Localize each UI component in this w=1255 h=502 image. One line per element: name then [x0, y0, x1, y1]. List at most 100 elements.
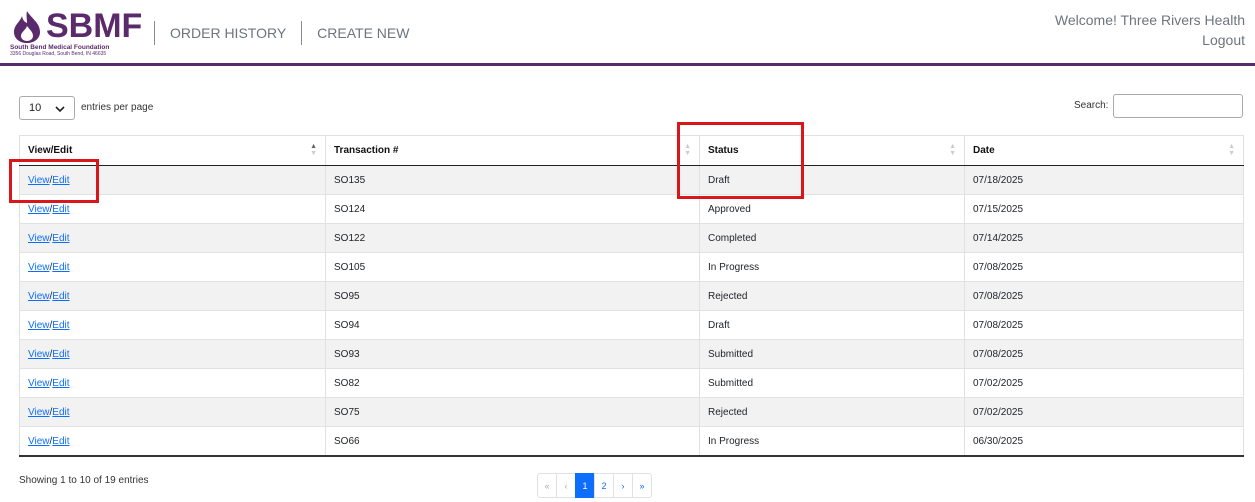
view-link[interactable]: View [28, 320, 50, 331]
table-row: View/Edit SO135 Draft 07/18/2025 [19, 165, 1244, 195]
table-row: View/Edit SO75 Rejected 07/02/2025 [19, 397, 1244, 427]
cell-date: 07/08/2025 [964, 339, 1244, 369]
table-body: View/Edit SO135 Draft 07/18/2025 View/Edit SO… [19, 165, 1244, 457]
page-button-2[interactable]: 2 [594, 473, 614, 498]
cell-view-edit: View/Edit [19, 281, 326, 311]
column-header-view-edit[interactable]: View/Edit ▲ ▼ [19, 135, 326, 166]
page-button-1[interactable]: 1 [575, 473, 595, 498]
sort-asc-icon: ▲ ▼ [310, 143, 317, 157]
view-link[interactable]: View [28, 291, 50, 302]
cell-view-edit: View/Edit [19, 339, 326, 369]
brand-org: South Bend Medical Foundation [10, 44, 110, 51]
cell-status: Draft [699, 165, 965, 195]
page-length-select[interactable]: 10 [19, 96, 75, 120]
nav-create-new[interactable]: CREATE NEW [302, 25, 424, 41]
main-nav: ORDER HISTORY CREATE NEW [154, 20, 424, 46]
edit-link[interactable]: Edit [52, 407, 69, 418]
cell-status: In Progress [699, 252, 965, 282]
prev-page-button[interactable]: ‹ [556, 473, 576, 498]
cell-transaction: SO95 [325, 281, 700, 311]
search-input[interactable] [1113, 94, 1243, 118]
table-row: View/Edit SO95 Rejected 07/08/2025 [19, 281, 1244, 311]
column-label: Transaction # [334, 145, 399, 156]
cell-date: 07/08/2025 [964, 281, 1244, 311]
logout-link[interactable]: Logout [1055, 30, 1245, 50]
table-row: View/Edit SO122 Completed 07/14/2025 [19, 223, 1244, 253]
view-link[interactable]: View [28, 233, 50, 244]
cell-transaction: SO135 [325, 165, 700, 195]
cell-transaction: SO105 [325, 252, 700, 282]
edit-link[interactable]: Edit [52, 204, 69, 215]
cell-view-edit: View/Edit [19, 368, 326, 398]
table-row: View/Edit SO94 Draft 07/08/2025 [19, 310, 1244, 340]
table-row: View/Edit SO124 Approved 07/15/2025 [19, 194, 1244, 224]
cell-view-edit: View/Edit [19, 252, 326, 282]
brand-name: SBMF [46, 7, 143, 45]
column-header-transaction[interactable]: Transaction # ▲ ▼ [325, 135, 700, 166]
cell-view-edit: View/Edit [19, 223, 326, 253]
chevron-down-icon [55, 98, 65, 123]
edit-link[interactable]: Edit [52, 320, 69, 331]
cell-view-edit: View/Edit [19, 310, 326, 340]
cell-view-edit: View/Edit [19, 397, 326, 427]
view-link[interactable]: View [28, 204, 50, 215]
sort-icon: ▲ ▼ [1228, 143, 1235, 157]
flame-logo-icon [14, 11, 40, 43]
welcome-text: Welcome! Three Rivers Health [1054, 12, 1245, 28]
sort-icon: ▲ ▼ [949, 143, 956, 157]
cell-view-edit: View/Edit [19, 165, 326, 195]
cell-transaction: SO66 [325, 426, 700, 457]
edit-link[interactable]: Edit [52, 291, 69, 302]
sbmf-logo[interactable]: SBMF South Bend Medical Foundation 3356 … [8, 4, 168, 60]
view-link[interactable]: View [28, 407, 50, 418]
edit-link[interactable]: Edit [52, 378, 69, 389]
view-link[interactable]: View [28, 378, 50, 389]
table-header-row: View/Edit ▲ ▼ Transaction # ▲ ▼ Status ▲ ▼ … [19, 135, 1244, 166]
cell-transaction: SO122 [325, 223, 700, 253]
cell-date: 07/08/2025 [964, 310, 1244, 340]
cell-transaction: SO124 [325, 194, 700, 224]
edit-link[interactable]: Edit [52, 233, 69, 244]
view-link[interactable]: View [28, 349, 50, 360]
cell-transaction: SO93 [325, 339, 700, 369]
page-length-value: 10 [29, 102, 42, 114]
cell-date: 07/08/2025 [964, 252, 1244, 282]
cell-date: 07/18/2025 [964, 165, 1244, 195]
cell-date: 07/14/2025 [964, 223, 1244, 253]
column-header-status[interactable]: Status ▲ ▼ [699, 135, 965, 166]
view-link[interactable]: View [28, 436, 50, 447]
view-link[interactable]: View [28, 175, 50, 186]
cell-date: 07/15/2025 [964, 194, 1244, 224]
view-link[interactable]: View [28, 262, 50, 273]
cell-status: Submitted [699, 368, 965, 398]
cell-date: 07/02/2025 [964, 397, 1244, 427]
next-page-button[interactable]: › [613, 473, 633, 498]
cell-status: In Progress [699, 426, 965, 457]
column-label: Date [973, 145, 995, 156]
entries-label: entries per page [81, 102, 154, 113]
edit-link[interactable]: Edit [52, 175, 69, 186]
table-info: Showing 1 to 10 of 19 entries [19, 475, 149, 486]
orders-table: View/Edit ▲ ▼ Transaction # ▲ ▼ Status ▲ ▼ … [19, 135, 1244, 457]
cell-status: Rejected [699, 281, 965, 311]
nav-order-history[interactable]: ORDER HISTORY [155, 25, 301, 41]
sort-icon: ▲ ▼ [684, 143, 691, 157]
cell-view-edit: View/Edit [19, 194, 326, 224]
cell-transaction: SO94 [325, 310, 700, 340]
column-header-date[interactable]: Date ▲ ▼ [964, 135, 1244, 166]
cell-view-edit: View/Edit [19, 426, 326, 457]
search-label: Search: [1074, 100, 1109, 111]
cell-status: Completed [699, 223, 965, 253]
edit-link[interactable]: Edit [52, 436, 69, 447]
pagination: « ‹ 1 2 › » [537, 473, 652, 498]
column-label: View/Edit [28, 145, 73, 156]
column-label: Status [708, 145, 739, 156]
first-page-button[interactable]: « [537, 473, 557, 498]
last-page-button[interactable]: » [632, 473, 652, 498]
cell-date: 06/30/2025 [964, 426, 1244, 457]
edit-link[interactable]: Edit [52, 349, 69, 360]
edit-link[interactable]: Edit [52, 262, 69, 273]
table-row: View/Edit SO66 In Progress 06/30/2025 [19, 426, 1244, 457]
brand-address: 3356 Douglas Road, South Bend, IN 46635 [10, 51, 107, 57]
app-header: SBMF South Bend Medical Foundation 3356 … [0, 0, 1255, 66]
